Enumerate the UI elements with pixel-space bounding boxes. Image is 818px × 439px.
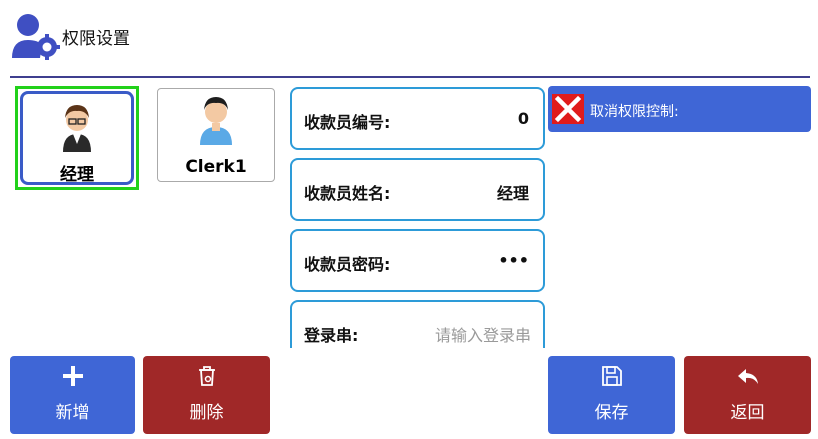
login-string-label: 登录串: bbox=[304, 326, 359, 345]
save-button[interactable]: 保存 bbox=[548, 356, 675, 434]
delete-button[interactable]: 删除 bbox=[143, 356, 270, 434]
user-name: Clerk1 bbox=[185, 157, 247, 177]
cashier-id-field[interactable]: 收款员编号: 0 bbox=[290, 87, 545, 150]
login-string-input[interactable]: 请输入登录串 bbox=[435, 322, 531, 346]
back-arrow-icon bbox=[737, 369, 758, 384]
back-button[interactable]: 返回 bbox=[684, 356, 811, 434]
back-button-label: 返回 bbox=[730, 403, 765, 423]
cashier-password-value: ••• bbox=[498, 251, 529, 270]
cancel-permission-control-label: 取消权限控制: bbox=[590, 104, 679, 120]
cashier-password-label: 收款员密码: bbox=[304, 255, 391, 274]
header-divider bbox=[10, 76, 810, 78]
user-card-manager[interactable]: 经理 bbox=[15, 86, 139, 190]
cashier-id-value: 0 bbox=[517, 109, 529, 128]
delete-button-label: 删除 bbox=[189, 403, 224, 423]
user-gear-icon bbox=[12, 14, 60, 60]
clerk-avatar-icon bbox=[200, 97, 232, 145]
save-button-label: 保存 bbox=[594, 403, 629, 423]
add-button-label: 新增 bbox=[55, 403, 90, 423]
cashier-name-label: 收款员姓名: bbox=[304, 184, 391, 203]
user-card-clerk1[interactable]: Clerk1 bbox=[157, 88, 275, 182]
trash-icon bbox=[198, 366, 215, 386]
save-icon bbox=[601, 366, 622, 386]
add-button[interactable]: 新增 bbox=[10, 356, 135, 434]
cancel-permission-control-toggle[interactable]: 取消权限控制: bbox=[548, 86, 811, 132]
cashier-name-value: 经理 bbox=[496, 184, 529, 203]
header: 权限设置 bbox=[0, 0, 818, 78]
page-title: 权限设置 bbox=[62, 29, 130, 49]
plus-icon bbox=[62, 366, 83, 386]
user-name: 经理 bbox=[60, 165, 94, 185]
manager-avatar-icon bbox=[63, 105, 91, 152]
cashier-name-field[interactable]: 收款员姓名: 经理 bbox=[290, 158, 545, 221]
red-x-icon[interactable] bbox=[552, 94, 584, 124]
login-string-field[interactable]: 登录串: 请输入登录串 bbox=[290, 300, 545, 348]
cashier-id-label: 收款员编号: bbox=[304, 113, 391, 132]
cashier-password-field[interactable]: 收款员密码: ••• bbox=[290, 229, 545, 292]
